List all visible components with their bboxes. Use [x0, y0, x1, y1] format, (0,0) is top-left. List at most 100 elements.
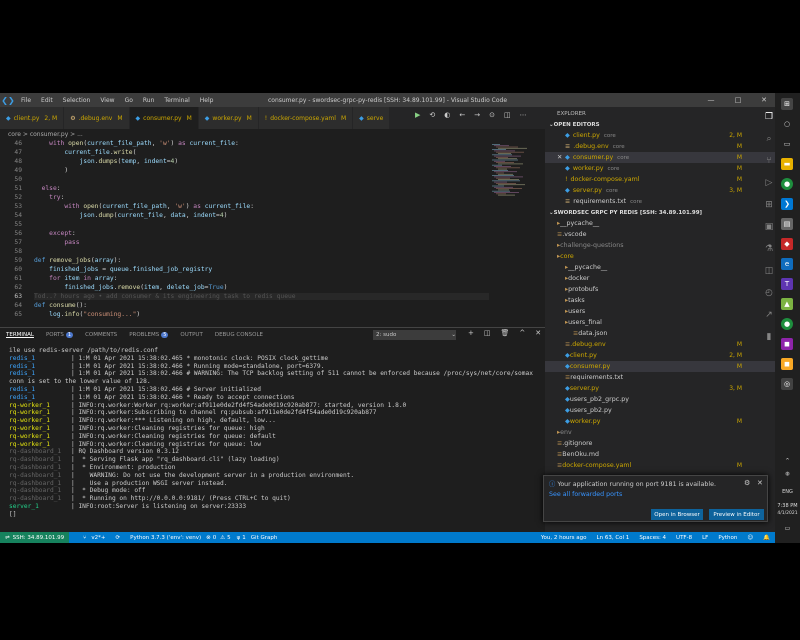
clock-date[interactable]: 4/1/2021: [775, 511, 800, 516]
open-editors-section[interactable]: ⌄ OPEN EDITORS: [545, 119, 775, 130]
tab-serve[interactable]: ◆ serve: [353, 107, 391, 129]
tree-item[interactable]: ◆ client.py 2, M: [545, 350, 775, 361]
app-icon[interactable]: ◼: [781, 338, 793, 350]
feedback-icon[interactable]: ☺: [742, 535, 758, 541]
code-editor[interactable]: 46 47 48 49 50 51 52 53 54 55 56 57 58 59 60 61 62 63 64 65…: [0, 140, 490, 318]
sync-icon[interactable]: ⟳: [111, 535, 126, 541]
chrome-icon[interactable]: ●: [781, 318, 793, 330]
go-forward-arrow-icon[interactable]: →: [474, 111, 480, 119]
minimize-icon[interactable]: —: [700, 93, 722, 107]
tree-item[interactable]: ≡ docker-compose.yaml M: [545, 460, 775, 471]
app-icon[interactable]: ◎: [781, 378, 793, 390]
notifications-icon[interactable]: 🔔: [758, 535, 775, 541]
tree-item[interactable]: ▸ core: [545, 251, 775, 262]
tree-item[interactable]: ◆ users_pb2.py: [545, 405, 775, 416]
tree-item[interactable]: ◆ server.py 3, M: [545, 383, 775, 394]
menu-edit[interactable]: Edit: [36, 97, 58, 104]
tab-consumer-py[interactable]: ◆ consumer.py M: [129, 107, 199, 129]
menu-selection[interactable]: Selection: [58, 97, 96, 104]
open-in-browser-button[interactable]: Open in Browser: [651, 509, 703, 520]
diff-icon[interactable]: ⊙: [489, 111, 495, 119]
tab-docker-compose-yaml[interactable]: ! docker-compose.yaml M: [258, 107, 354, 129]
notifications-icon[interactable]: ▭: [777, 525, 798, 532]
tab-comments[interactable]: COMMENTS: [79, 332, 123, 338]
terminal-select[interactable]: 2: sudo ⌄: [373, 330, 456, 340]
tree-item[interactable]: ≡ data.json: [545, 328, 775, 339]
encoding[interactable]: UTF-8: [671, 535, 697, 541]
open-editor-item[interactable]: ≡ requirements.txt core: [545, 196, 775, 207]
tab-terminal[interactable]: TERMINAL: [0, 332, 40, 338]
tree-item[interactable]: ▸ challenge-questions: [545, 240, 775, 251]
trash-icon[interactable]: 🗑: [501, 329, 510, 337]
more-actions-icon[interactable]: ⋯: [520, 111, 527, 119]
close-icon[interactable]: ✕: [557, 154, 565, 161]
minimap[interactable]: [490, 140, 545, 318]
menu-help[interactable]: Help: [195, 97, 219, 104]
open-editor-item[interactable]: ≡ .debug.env core M: [545, 141, 775, 152]
indentation[interactable]: Spaces: 4: [634, 535, 671, 541]
go-back-arrow-icon[interactable]: ←: [459, 111, 465, 119]
app-icon[interactable]: ▲: [781, 298, 793, 310]
tree-item[interactable]: ▸ __pycache__: [545, 218, 775, 229]
tree-item[interactable]: ◆ consumer.py M: [545, 361, 775, 372]
app-icon[interactable]: ◼: [781, 358, 793, 370]
chevron-up-icon[interactable]: ^: [777, 458, 798, 464]
tree-item[interactable]: ≡ .vscode: [545, 229, 775, 240]
tree-item[interactable]: ▸ env: [545, 427, 775, 438]
edge-icon[interactable]: e: [781, 258, 793, 270]
task-view-icon[interactable]: ▭: [781, 138, 793, 150]
split-editor-icon[interactable]: ◫: [504, 111, 511, 119]
split-terminal-icon[interactable]: ◫: [484, 329, 491, 337]
chrome-icon[interactable]: ●: [781, 178, 793, 190]
git-graph[interactable]: Git Graph: [246, 535, 283, 541]
see-all-forwarded-ports-link[interactable]: See all forwarded ports: [549, 491, 622, 498]
open-editor-item[interactable]: ✕ ◆ consumer.py core M: [545, 152, 775, 163]
open-editor-item[interactable]: ◆ server.py core 3, M: [545, 185, 775, 196]
file-explorer-icon[interactable]: ▬: [781, 158, 793, 170]
network-icon[interactable]: ◍: [777, 471, 798, 477]
tab-client-py[interactable]: ◆ client.py 2, M: [0, 107, 65, 129]
tab-debug-env[interactable]: ⚙ .debug.env M: [64, 107, 130, 129]
tree-item[interactable]: ▸ protobufs: [545, 284, 775, 295]
project-section[interactable]: ⌄ SWORDSEC GRPC PY REDIS [SSH: 34.89.101…: [545, 207, 775, 218]
close-notification-icon[interactable]: ✕: [757, 479, 763, 487]
app-icon[interactable]: ◆: [781, 238, 793, 250]
tree-item[interactable]: ≡ requirements.txt: [545, 372, 775, 383]
tree-item[interactable]: ▸ users_final: [545, 317, 775, 328]
teams-icon[interactable]: T: [781, 278, 793, 290]
terminal-app-icon[interactable]: ▤: [781, 218, 793, 230]
start-icon[interactable]: ⊞: [781, 98, 793, 110]
menu-file[interactable]: File: [16, 97, 36, 104]
tree-item[interactable]: ≡ BenOku.md: [545, 449, 775, 460]
open-editor-item[interactable]: ◆ client.py core 2, M: [545, 130, 775, 141]
tab-ports[interactable]: PORTS 1: [40, 332, 79, 338]
compare-icon[interactable]: ◐: [444, 111, 450, 119]
line-ending[interactable]: LF: [697, 535, 713, 541]
go-back-icon[interactable]: ⟲: [429, 111, 435, 119]
input-language[interactable]: ENG: [777, 489, 798, 495]
cursor-position[interactable]: Ln 63, Col 1: [592, 535, 635, 541]
gear-icon[interactable]: ⚙: [744, 479, 750, 487]
clock-time[interactable]: 7:38 PM: [775, 503, 800, 509]
vscode-taskbar-icon[interactable]: ❯: [781, 198, 793, 210]
close-panel-icon[interactable]: ✕: [535, 329, 541, 337]
git-blame[interactable]: You, 2 hours ago: [536, 535, 592, 541]
tree-item[interactable]: ▸ users: [545, 306, 775, 317]
new-terminal-icon[interactable]: +: [468, 329, 474, 337]
tab-debug-console[interactable]: DEBUG CONSOLE: [209, 332, 269, 338]
close-icon[interactable]: ✕: [753, 93, 775, 107]
open-editor-item[interactable]: ◆ worker.py core M: [545, 163, 775, 174]
tree-item[interactable]: ≡ .debug.env M: [545, 339, 775, 350]
search-icon[interactable]: ○: [781, 118, 793, 130]
terminal-output[interactable]: ile use redis-server /path/to/redis.conf…: [0, 347, 545, 537]
run-icon[interactable]: ▶: [415, 111, 420, 119]
menu-go[interactable]: Go: [120, 97, 138, 104]
tab-problems[interactable]: PROBLEMS 5: [123, 332, 174, 338]
tree-item[interactable]: ▸ tasks: [545, 295, 775, 306]
tree-item[interactable]: ≡ .gitignore: [545, 438, 775, 449]
branch-name[interactable]: v2*+: [86, 535, 110, 541]
tree-item[interactable]: ◆ worker.py M: [545, 416, 775, 427]
maximize-icon[interactable]: □: [727, 93, 749, 107]
python-interpreter[interactable]: Python 3.7.3 ('env': venv): [125, 535, 206, 541]
tree-item[interactable]: ▸ __pycache__: [545, 262, 775, 273]
